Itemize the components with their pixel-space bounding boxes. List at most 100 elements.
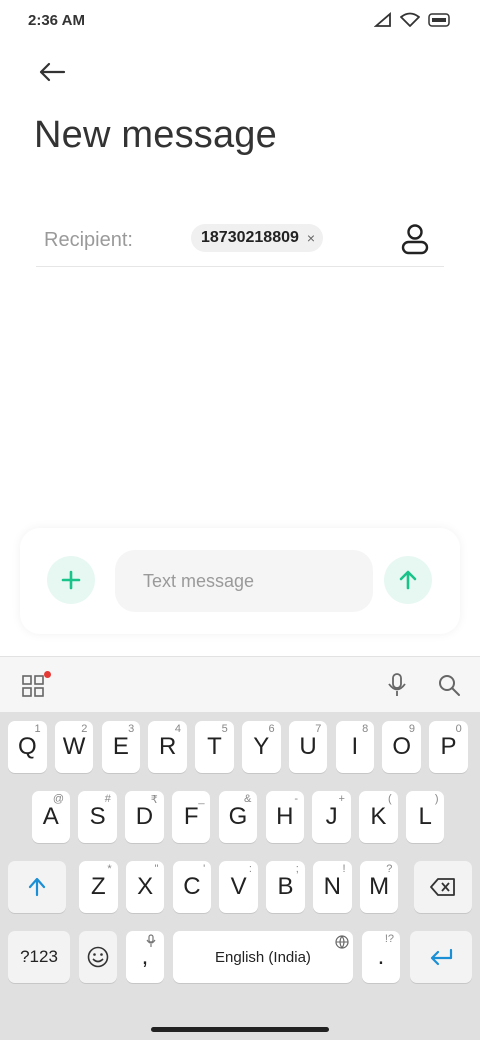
keyboard: ?123 , English (India) . !? Q1W2E3R4T5Y6… (0, 656, 480, 1040)
key-f[interactable]: F _ (171, 791, 211, 843)
key-hint: ! (342, 863, 346, 875)
enter-icon (430, 948, 453, 966)
key-label: P (440, 733, 457, 760)
key-label: M (369, 873, 390, 900)
key-u[interactable]: U7 (288, 721, 328, 773)
key-label: B (277, 873, 294, 900)
period-label: . (377, 943, 385, 970)
key-label: V (230, 873, 247, 900)
globe-icon (335, 935, 349, 949)
send-button[interactable] (384, 556, 432, 604)
key-l[interactable]: L) (405, 791, 445, 843)
key-hint: 8 (362, 723, 369, 735)
space-key[interactable]: English (India) (173, 931, 353, 983)
recipient-row[interactable]: Recipient: 18730218809 × (36, 210, 444, 267)
signal-icon (374, 12, 391, 27)
key-hint: # (104, 793, 111, 805)
key-t[interactable]: T5 (195, 721, 234, 773)
key-hint: ' (203, 863, 206, 875)
key-hint: + (338, 793, 345, 805)
symbols-key[interactable]: ?123 (8, 931, 70, 983)
key-c[interactable]: C ' (172, 861, 212, 913)
message-composer (20, 528, 460, 634)
key-label: A (42, 803, 59, 830)
key-label: W (62, 733, 86, 760)
key-hint: 1 (34, 723, 41, 735)
key-i[interactable]: I8 (335, 721, 375, 773)
key-label: N (323, 873, 341, 900)
key-label: O (392, 733, 412, 760)
microphone-icon[interactable] (386, 673, 408, 697)
key-a[interactable]: A @ (31, 791, 71, 843)
key-v[interactable]: V: (219, 861, 258, 913)
emoji-key[interactable] (79, 931, 117, 983)
backspace-icon (430, 878, 455, 896)
key-label: I (351, 733, 359, 760)
key-label: Z (90, 873, 106, 900)
status-icons (374, 12, 450, 28)
enter-key[interactable] (410, 931, 472, 983)
key-j[interactable]: J + (312, 791, 351, 843)
key-q[interactable]: Q1 (8, 721, 47, 773)
status-bar: 2:36 AM (0, 0, 480, 44)
backspace-key[interactable] (414, 861, 472, 913)
key-g[interactable]: G & (218, 791, 258, 843)
key-hint: ( (388, 793, 392, 805)
add-attachment-button[interactable] (47, 556, 95, 604)
voice-hint-icon (146, 934, 156, 947)
key-hint: ) (434, 793, 439, 805)
key-label: F (183, 803, 199, 830)
comma-key[interactable]: , (126, 931, 164, 983)
status-time: 2:36 AM (28, 12, 85, 29)
key-k[interactable]: K( (359, 791, 398, 843)
key-e[interactable]: E3 (101, 721, 141, 773)
key-label: D (135, 803, 154, 830)
key-hint: 4 (174, 723, 181, 735)
back-arrow-icon (39, 62, 66, 82)
key-w[interactable]: W2 (54, 721, 94, 773)
key-hint: - (294, 793, 299, 805)
wifi-icon (400, 12, 420, 27)
key-hint: : (248, 863, 252, 875)
key-label: G (228, 803, 248, 830)
key-d[interactable]: D ₹ (125, 791, 164, 843)
text-message-input[interactable] (115, 550, 373, 612)
search-icon[interactable] (437, 673, 461, 697)
key-h[interactable]: H- (265, 791, 305, 843)
home-indicator[interactable] (151, 1027, 329, 1032)
recipient-label: Recipient: (44, 229, 133, 251)
key-m[interactable]: M? (359, 861, 399, 913)
page-title: New message (34, 114, 277, 156)
key-hint: 3 (128, 723, 135, 735)
key-r[interactable]: R4 (148, 721, 187, 773)
key-x[interactable]: X " (125, 861, 165, 913)
period-hint: !? (384, 933, 394, 945)
battery-icon (428, 13, 450, 27)
key-b[interactable]: B; (266, 861, 305, 913)
key-n[interactable]: N! (313, 861, 352, 913)
key-hint: 9 (408, 723, 415, 735)
key-label: T (207, 733, 222, 760)
key-hint: * (107, 863, 112, 875)
key-hint: & (243, 793, 252, 805)
remove-recipient-icon[interactable]: × (307, 230, 315, 246)
key-label: U (299, 733, 317, 760)
apps-grid-icon[interactable] (22, 675, 44, 697)
key-o[interactable]: O9 (382, 721, 421, 773)
key-label: H (276, 803, 294, 830)
key-p[interactable]: P0 (429, 721, 468, 773)
recipient-chip[interactable]: 18730218809 × (191, 224, 324, 252)
period-key[interactable]: . !? (362, 931, 400, 983)
back-button[interactable] (34, 54, 70, 90)
plus-icon (61, 570, 81, 590)
key-label: X (137, 873, 154, 900)
key-hint: 0 (455, 723, 462, 735)
key-y[interactable]: Y6 (242, 721, 281, 773)
keyboard-toolbar (0, 656, 480, 713)
shift-key[interactable] (8, 861, 66, 913)
key-label: J (325, 803, 338, 830)
contact-icon[interactable] (400, 222, 430, 256)
arrow-up-icon (399, 570, 417, 590)
key-s[interactable]: S # (78, 791, 117, 843)
key-z[interactable]: Z * (79, 861, 118, 913)
